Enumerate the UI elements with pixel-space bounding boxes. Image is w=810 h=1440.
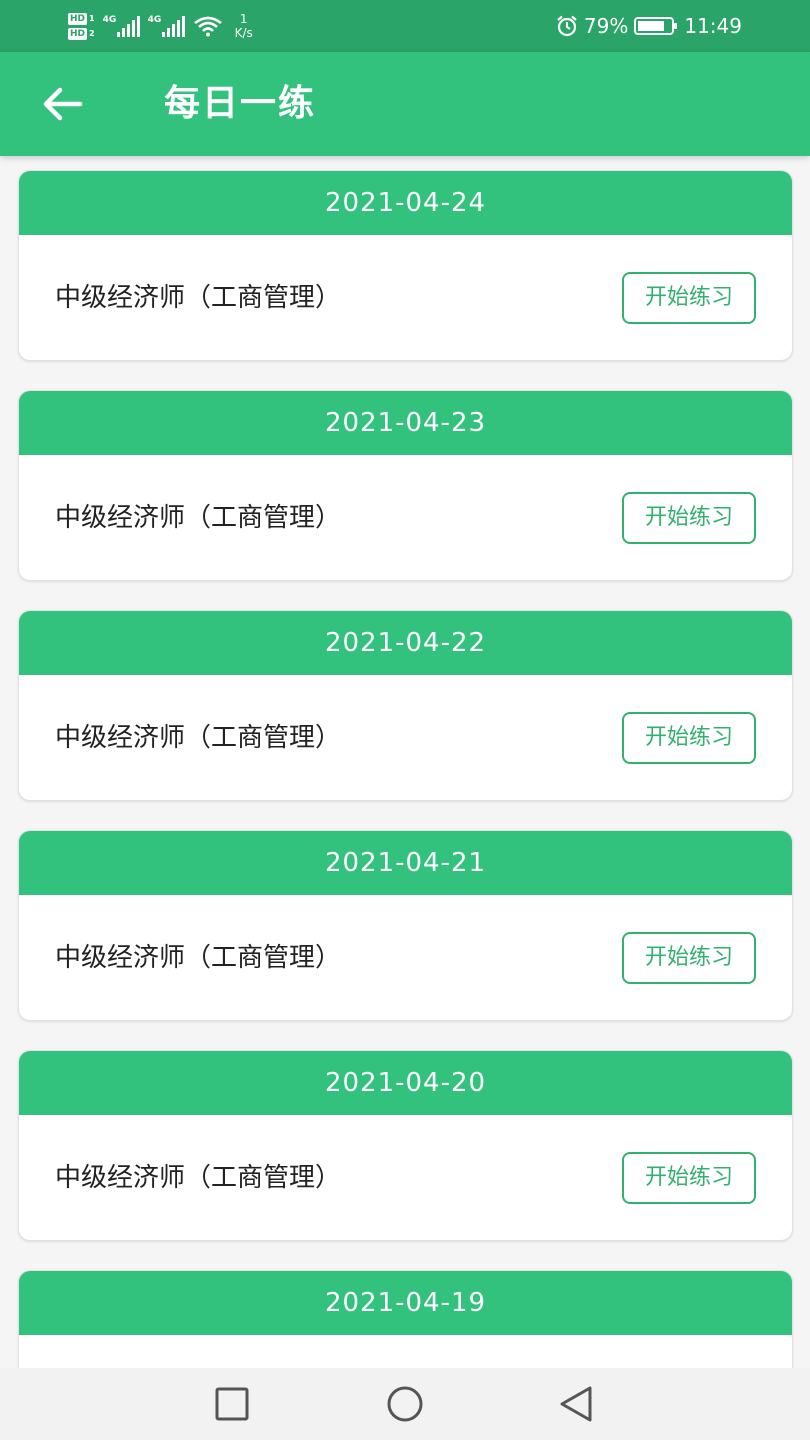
start-practice-button[interactable]: 开始练习 — [622, 1152, 756, 1204]
card-body: 中级经济师（工商管理） 开始练习 — [19, 235, 792, 360]
speed-value: 1 — [239, 12, 248, 26]
card-date: 2021-04-23 — [19, 391, 792, 455]
hd-indicators: HD 1 HD 2 — [68, 12, 95, 40]
battery-icon — [634, 17, 678, 35]
card-body: 中级经济师（工商管理） 开始练习 — [19, 1115, 792, 1240]
practice-list[interactable]: 2021-04-24 中级经济师（工商管理） 开始练习 2021-04-23 中… — [0, 156, 810, 1368]
page-title: 每日一练 — [164, 83, 317, 124]
course-name: 中级经济师（工商管理） — [55, 723, 342, 753]
practice-card: 2021-04-19 — [18, 1270, 793, 1368]
practice-card: 2021-04-24 中级经济师（工商管理） 开始练习 — [18, 170, 793, 361]
card-date: 2021-04-20 — [19, 1051, 792, 1115]
card-body: 中级经济师（工商管理） 开始练习 — [19, 455, 792, 580]
practice-card: 2021-04-22 中级经济师（工商管理） 开始练习 — [18, 610, 793, 801]
system-nav-bar — [0, 1368, 810, 1440]
card-body: 中级经济师（工商管理） 开始练习 — [19, 675, 792, 800]
status-left: HD 1 HD 2 4G 4G 1 K/s — [68, 8, 253, 44]
start-practice-button[interactable]: 开始练习 — [622, 932, 756, 984]
course-name: 中级经济师（工商管理） — [55, 283, 342, 313]
status-bar: HD 1 HD 2 4G 4G 1 K/s 79% 11:49 — [0, 0, 810, 52]
hd-badge-2: HD — [68, 27, 88, 40]
card-body — [19, 1335, 792, 1368]
alarm-icon — [557, 15, 577, 37]
back-triangle-icon[interactable] — [554, 1382, 602, 1426]
practice-card: 2021-04-21 中级经济师（工商管理） 开始练习 — [18, 830, 793, 1021]
arrow-left-icon[interactable] — [36, 82, 88, 126]
hd-num-2: 2 — [89, 29, 95, 38]
hd-badge-1: HD — [68, 12, 88, 25]
start-practice-button[interactable]: 开始练习 — [622, 272, 756, 324]
course-name: 中级经济师（工商管理） — [55, 943, 342, 973]
card-date: 2021-04-19 — [19, 1271, 792, 1335]
course-name: 中级经济师（工商管理） — [55, 1163, 342, 1193]
wifi-icon — [193, 16, 222, 37]
status-right: 79% 11:49 — [556, 10, 742, 42]
recents-square-icon[interactable] — [208, 1382, 256, 1426]
network-type-2: 4G — [147, 15, 162, 25]
start-practice-button[interactable]: 开始练习 — [622, 712, 756, 764]
card-date: 2021-04-22 — [19, 611, 792, 675]
course-name: 中级经济师（工商管理） — [55, 503, 342, 533]
practice-card: 2021-04-20 中级经济师（工商管理） 开始练习 — [18, 1050, 793, 1241]
speed-unit: K/s — [234, 26, 253, 40]
network-type-1: 4G — [102, 15, 117, 25]
start-practice-button[interactable]: 开始练习 — [622, 492, 756, 544]
signal-icon: 4G — [103, 15, 140, 37]
card-date: 2021-04-21 — [19, 831, 792, 895]
card-body: 中级经济师（工商管理） 开始练习 — [19, 895, 792, 1020]
hd-num-1: 1 — [89, 14, 95, 23]
home-circle-icon[interactable] — [381, 1382, 429, 1426]
network-speed: 1 K/s — [235, 12, 253, 40]
battery-percent: 79% — [583, 14, 629, 38]
card-date: 2021-04-24 — [19, 171, 792, 235]
practice-card: 2021-04-23 中级经济师（工商管理） 开始练习 — [18, 390, 793, 581]
app-bar: 每日一练 — [0, 52, 810, 156]
status-time: 11:49 — [684, 14, 742, 38]
signal-icon-2: 4G — [148, 15, 185, 37]
